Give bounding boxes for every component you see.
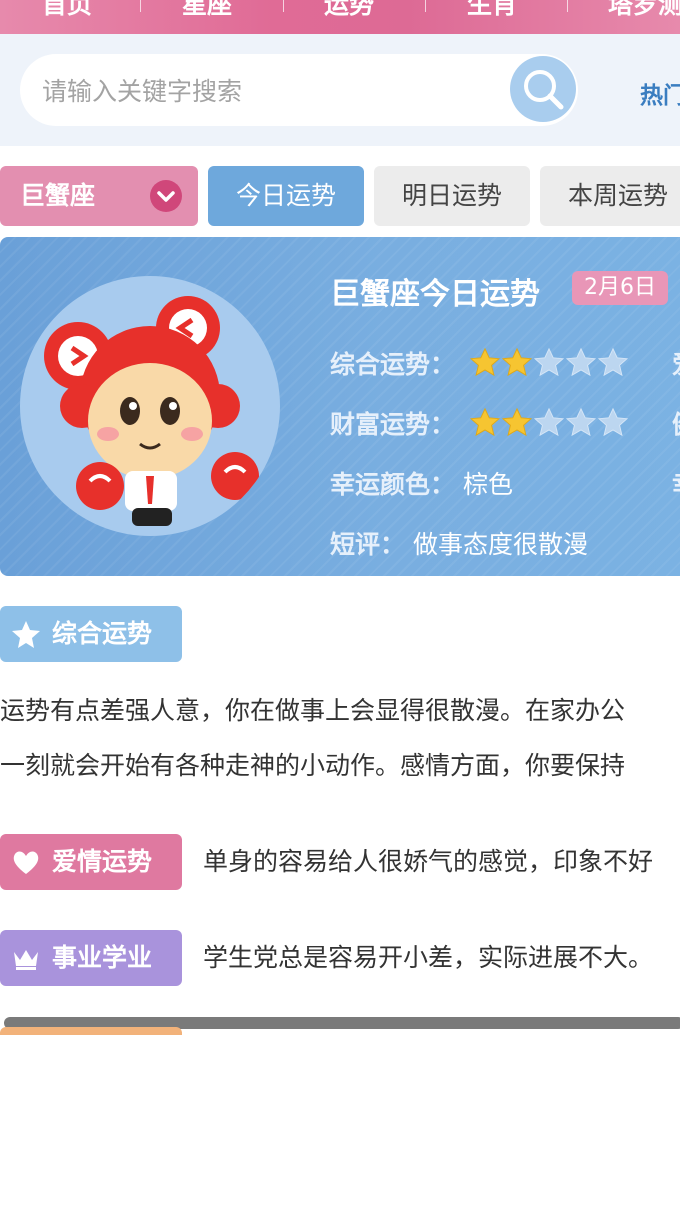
wealth-star-rating (470, 407, 630, 437)
filled-star-icon (470, 347, 500, 377)
health-rating-label-partial: 健 (672, 405, 680, 441)
overall-rating-label: 综合运势： (330, 350, 456, 379)
empty-star-icon (534, 407, 564, 437)
heart-icon (13, 851, 39, 874)
fortune-title: 巨蟹座今日运势 (330, 277, 540, 312)
tab-tomorrow[interactable]: 明日运势 (374, 166, 530, 226)
empty-star-icon (534, 347, 564, 377)
empty-star-icon (566, 347, 596, 377)
overall-text-line-2: 一刻就会开始有各种走神的小动作。感情方面，你要保持 (0, 751, 626, 780)
top-nav: 首页 星座 运势 生肖 塔罗测 (0, 0, 680, 34)
empty-star-icon (598, 347, 628, 377)
sign-select[interactable]: 巨蟹座 (0, 166, 198, 226)
comment-value: 做事态度很散漫 (412, 530, 588, 559)
overall-rating-row: 综合运势： (330, 345, 628, 381)
hot-search-link[interactable]: 热门 (640, 76, 680, 110)
section-tag-career: 事业学业 (0, 930, 182, 986)
love-rating-label-partial: 爱 (672, 345, 680, 381)
crown-icon (14, 950, 38, 970)
search-box (20, 54, 578, 128)
next-section-tag-partial (0, 1027, 182, 1035)
section-title-love: 爱情运势 (52, 847, 153, 876)
career-text: 学生党总是容易开小差，实际进展不大。 (203, 943, 654, 972)
lucky-number-label-partial: 幸 (672, 465, 680, 501)
wealth-rating-row: 财富运势： (330, 405, 628, 441)
nav-separator (425, 0, 426, 12)
overall-text-line-1: 运势有点差强人意，你在做事上会显得很散漫。在家办公 (0, 696, 626, 725)
search-bar: 热门 (0, 34, 680, 146)
sign-select-label: 巨蟹座 (20, 181, 96, 210)
search-icon (524, 70, 564, 110)
lucky-color-row: 幸运颜色： 棕色 (330, 465, 513, 501)
section-title-career: 事业学业 (52, 943, 153, 972)
lucky-color-label: 幸运颜色： (330, 470, 456, 499)
lucky-color-value: 棕色 (462, 470, 513, 499)
comment-label: 短评： (330, 530, 406, 559)
nav-item-home[interactable]: 首页 (42, 0, 92, 22)
search-button[interactable] (510, 56, 576, 122)
filled-star-icon (502, 347, 532, 377)
cancer-mascot-avatar (20, 276, 280, 536)
section-tag-overall: 综合运势 (0, 606, 182, 662)
overall-star-rating (470, 347, 630, 377)
wealth-rating-label: 财富运势： (330, 410, 456, 439)
tab-today[interactable]: 今日运势 (208, 166, 364, 226)
empty-star-icon (598, 407, 628, 437)
nav-item-constellation[interactable]: 星座 (182, 0, 232, 22)
date-badge: 2月6日 (572, 271, 668, 305)
filled-star-icon (502, 407, 532, 437)
nav-separator (140, 0, 141, 12)
nav-item-tarot[interactable]: 塔罗测 (608, 0, 680, 22)
nav-item-zodiac[interactable]: 生肖 (467, 0, 517, 22)
star-icon (12, 621, 40, 648)
empty-star-icon (566, 407, 596, 437)
section-title-overall: 综合运势 (52, 619, 153, 648)
chevron-down-icon (150, 180, 182, 212)
comment-row: 短评： 做事态度很散漫 (330, 525, 588, 561)
tab-this-week[interactable]: 本周运势 (540, 166, 680, 226)
nav-separator (283, 0, 284, 12)
nav-separator (567, 0, 568, 12)
search-input[interactable] (40, 54, 504, 128)
section-tag-love: 爱情运势 (0, 834, 182, 890)
filled-star-icon (470, 407, 500, 437)
nav-item-fortune[interactable]: 运势 (324, 0, 374, 22)
fortune-card: 巨蟹座今日运势 2月6日 综合运势： 爱 财富运势： 健 幸运颜色： 棕色 幸 … (0, 237, 680, 576)
love-text: 单身的容易给人很娇气的感觉，印象不好 (203, 847, 654, 876)
